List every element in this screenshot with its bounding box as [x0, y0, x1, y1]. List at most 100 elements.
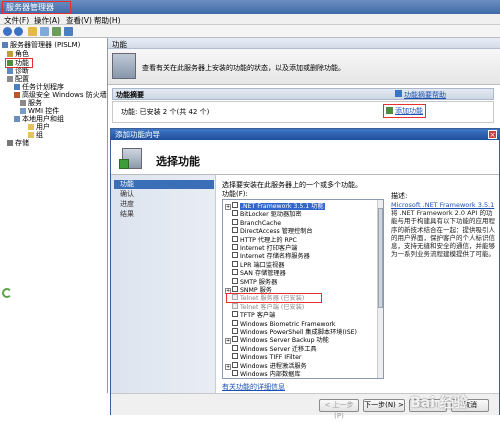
- feature-checkbox[interactable]: [232, 336, 238, 343]
- wizard-heading: 选择功能: [156, 155, 200, 168]
- users-icon: [14, 116, 20, 122]
- description-link[interactable]: Microsoft .NET Framework 3.5.1: [391, 201, 494, 209]
- tree-services[interactable]: 服务: [20, 99, 42, 107]
- feature-checkbox[interactable]: [232, 370, 238, 376]
- feature-item[interactable]: Windows Server 迁移工具: [225, 344, 317, 353]
- tree-config[interactable]: 配置: [7, 75, 29, 83]
- forward-icon[interactable]: [14, 27, 23, 36]
- feature-checkbox[interactable]: [232, 235, 238, 242]
- expand-icon[interactable]: +: [225, 338, 231, 345]
- feature-checkbox[interactable]: [232, 244, 238, 250]
- features-panel: 功能 查看有关在此服务器上安装的功能的状态，以及添加或删除功能。 功能摘要 功能…: [108, 38, 500, 128]
- tree-local-users[interactable]: 本地用户和组: [14, 115, 64, 123]
- expand-icon[interactable]: +: [225, 204, 231, 210]
- feature-checkbox[interactable]: [232, 202, 238, 208]
- feature-label: Windows Server Backup 功能: [240, 337, 329, 345]
- feature-item[interactable]: Windows TIFF IFilter: [225, 353, 301, 361]
- feature-label: BranchCache: [240, 219, 282, 227]
- feature-label: Internet 存储名称服务器: [240, 253, 310, 261]
- feature-checkbox[interactable]: [232, 344, 238, 351]
- feature-checkbox[interactable]: [232, 218, 238, 225]
- feature-item[interactable]: + .NET Framework 3.5.1 功能: [225, 202, 325, 210]
- toolbar: [0, 25, 500, 38]
- add-features-wizard: 添加功能向导 × 选择功能 功能 确认 进度 结果 选择要安装在此服务器上的一个…: [110, 128, 500, 420]
- summary-help-link[interactable]: 功能摘要帮助: [404, 90, 446, 100]
- description-label: 描述:: [391, 192, 408, 200]
- tree-storage[interactable]: 存储: [7, 139, 29, 147]
- feature-checkbox[interactable]: [232, 328, 238, 334]
- show-tree-icon[interactable]: [40, 27, 49, 36]
- description-box: Microsoft .NET Framework 3.5.1 将 .NET Fr…: [391, 201, 495, 311]
- feature-checkbox[interactable]: [232, 227, 238, 234]
- task-icon: [14, 84, 20, 90]
- feature-item[interactable]: Windows 内部数据库: [225, 370, 301, 378]
- feature-item[interactable]: + Windows Server Backup 功能: [225, 336, 329, 345]
- feature-checkbox[interactable]: [232, 319, 238, 326]
- summary-title: 功能摘要: [116, 91, 144, 99]
- tree-firewall[interactable]: 高级安全 Windows 防火墙: [14, 91, 107, 99]
- tree-server-manager[interactable]: 服务器管理器 (PISLM): [2, 41, 80, 49]
- feature-item[interactable]: BitLocker 驱动器加密: [225, 210, 302, 218]
- feature-item[interactable]: SAN 存储管理器: [225, 269, 286, 277]
- wizard-title: 添加功能向导: [115, 130, 160, 139]
- feature-label: Windows 内部数据库: [240, 371, 301, 378]
- feature-label: SMTP 服务器: [240, 278, 278, 286]
- expand-icon[interactable]: +: [225, 363, 231, 370]
- feature-checkbox[interactable]: [232, 269, 238, 276]
- features-list[interactable]: + .NET Framework 3.5.1 功能 BitLocker 驱动器加密 B…: [222, 199, 384, 379]
- tree-roles[interactable]: 角色: [7, 50, 29, 58]
- window-title: 服务器管理器: [2, 1, 71, 14]
- feature-label: DirectAccess 管理控制台: [240, 228, 313, 236]
- step-features[interactable]: 功能: [114, 180, 214, 189]
- server-manager-titlebar: 服务器管理器: [0, 0, 500, 14]
- tree-wmi[interactable]: WMI 控件: [20, 107, 59, 115]
- back-icon[interactable]: [3, 27, 12, 36]
- feature-item[interactable]: Telnet 客户端 (已安装): [225, 302, 304, 311]
- feature-item[interactable]: Windows PowerShell 集成脚本环境(ISE): [225, 328, 357, 336]
- scrollbar-thumb[interactable]: [378, 208, 383, 308]
- feature-item[interactable]: DirectAccess 管理控制台: [225, 227, 313, 235]
- tree-groups[interactable]: 组: [28, 131, 43, 139]
- help-icon[interactable]: [64, 27, 73, 36]
- tree-users[interactable]: 用户: [28, 123, 50, 131]
- tree-diagnostics[interactable]: 诊断: [7, 67, 29, 75]
- feature-checkbox[interactable]: [232, 210, 238, 217]
- wizard-header: 选择功能: [111, 140, 499, 175]
- prev-button[interactable]: < 上一步(P): [319, 399, 359, 420]
- watermark: Bai 经验: [410, 395, 468, 411]
- feature-item[interactable]: BranchCache: [225, 218, 282, 227]
- step-progress: 进度: [120, 200, 134, 208]
- summary-bar: 功能摘要 功能摘要帮助: [112, 88, 494, 100]
- description-text: 将 .NET Framework 2.0 API 的功能与用于构建具有以下功能的…: [391, 209, 495, 259]
- feature-item[interactable]: Internet 打印客户端: [225, 244, 297, 252]
- next-button[interactable]: 下一步(N) >: [363, 399, 405, 412]
- wizard-icon: [119, 145, 147, 171]
- feature-checkbox[interactable]: [232, 260, 238, 267]
- features-status-box: 功能: 已安装 2 个(共 42 个) 添加功能: [112, 101, 494, 123]
- folder-up-icon[interactable]: [28, 27, 37, 36]
- feature-item[interactable]: Windows Biometric Framework: [225, 319, 335, 328]
- feature-checkbox[interactable]: [232, 252, 238, 259]
- feature-item[interactable]: LPR 端口监视器: [225, 260, 284, 269]
- feature-item[interactable]: SMTP 服务器: [225, 277, 278, 286]
- step-confirm: 确认: [120, 190, 134, 198]
- feature-checkbox[interactable]: [232, 286, 238, 292]
- feature-item[interactable]: TFTP 客户端: [225, 311, 275, 319]
- help-icon: [395, 90, 402, 97]
- refresh-icon[interactable]: [52, 27, 61, 36]
- close-icon[interactable]: ×: [488, 130, 497, 139]
- add-features-button[interactable]: 添加功能: [383, 104, 426, 118]
- feature-item[interactable]: Internet 存储名称服务器: [225, 252, 310, 260]
- feature-label: SAN 存储管理器: [240, 270, 286, 278]
- diagnostics-icon: [7, 68, 13, 74]
- feature-checkbox[interactable]: [232, 311, 238, 318]
- more-info-link[interactable]: 有关功能的详细信息: [222, 382, 285, 392]
- feature-item[interactable]: + Windows 进程激活服务: [225, 361, 307, 370]
- feature-label: TFTP 客户端: [240, 312, 276, 320]
- roles-icon: [7, 51, 13, 57]
- feature-checkbox[interactable]: [232, 361, 238, 368]
- feature-checkbox[interactable]: [232, 277, 238, 284]
- feature-checkbox[interactable]: [232, 353, 238, 360]
- feature-item[interactable]: HTTP 代理上的 RPC: [225, 235, 297, 244]
- tree-task-scheduler[interactable]: 任务计划程序: [14, 83, 64, 91]
